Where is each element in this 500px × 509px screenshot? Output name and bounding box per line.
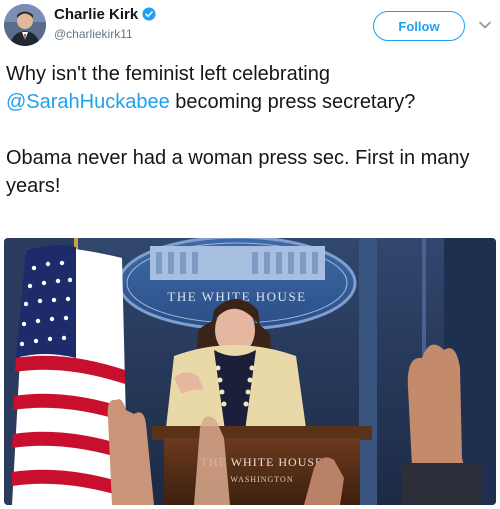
- tweet-text: Why isn't the feminist left celebrating @…: [6, 60, 492, 200]
- tweet-paragraph-1: Why isn't the feminist left celebrating @…: [6, 60, 492, 116]
- podium-subtext: WASHINGTON: [230, 475, 293, 484]
- verified-badge-icon: [142, 7, 156, 21]
- press-briefing-photo: THE WHITE HOUSE THE WHITE HOUSE WASHINGT…: [4, 238, 496, 505]
- avatar[interactable]: [4, 4, 46, 46]
- author-handle[interactable]: @charliekirk11: [54, 27, 133, 41]
- tweet-photo[interactable]: THE WHITE HOUSE THE WHITE HOUSE WASHINGT…: [4, 238, 496, 505]
- tweet-text-prefix: Why isn't the feminist left celebrating: [6, 63, 330, 85]
- follow-button[interactable]: Follow: [373, 11, 465, 41]
- author-name-row[interactable]: Charlie Kirk: [54, 6, 156, 23]
- tweet-paragraph-2: Obama never had a woman press sec. First…: [6, 147, 470, 197]
- mention-link[interactable]: @SarahHuckabee: [6, 91, 170, 113]
- author-name[interactable]: Charlie Kirk: [54, 6, 138, 23]
- chevron-down-icon[interactable]: [478, 18, 492, 32]
- tweet-text-suffix: becoming press secretary?: [169, 91, 416, 113]
